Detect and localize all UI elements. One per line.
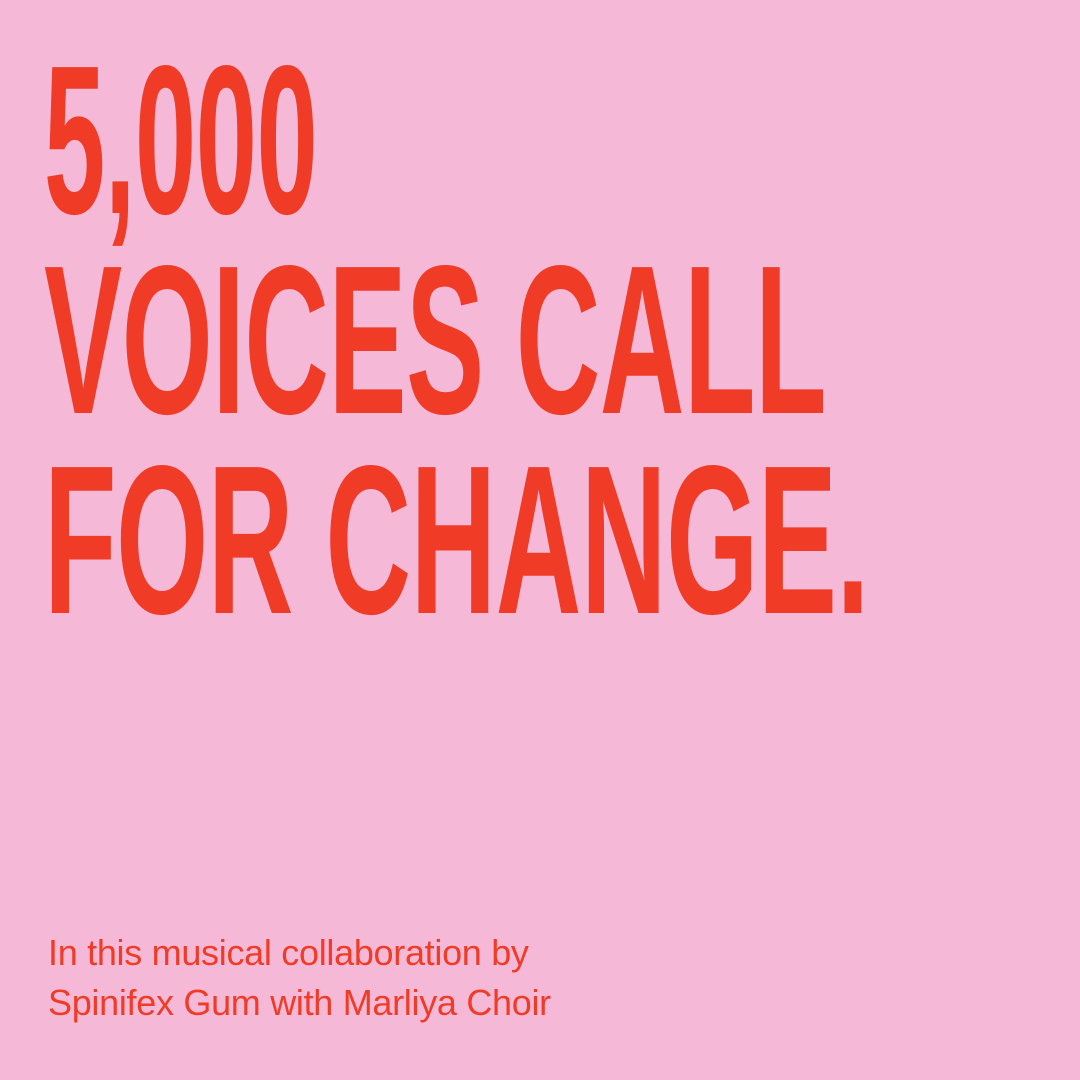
post-canvas: { "colors": { "background": "#f5b8d6", "… [0,0,1080,1080]
headline: 5,000 VOICES CALL FOR CHANGE. [44,21,1080,658]
headline-line-2: VOICES CALL [44,221,827,458]
headline-line-3: FOR CHANGE. [44,421,869,658]
subheadline-line-1: In this musical collaboration by [48,932,529,973]
subheadline-line-2: Spinifex Gum with Marliya Choir [48,982,551,1023]
headline-line-1: 5,000 [44,21,318,258]
subheadline: In this musical collaboration by Spinife… [48,928,551,1028]
